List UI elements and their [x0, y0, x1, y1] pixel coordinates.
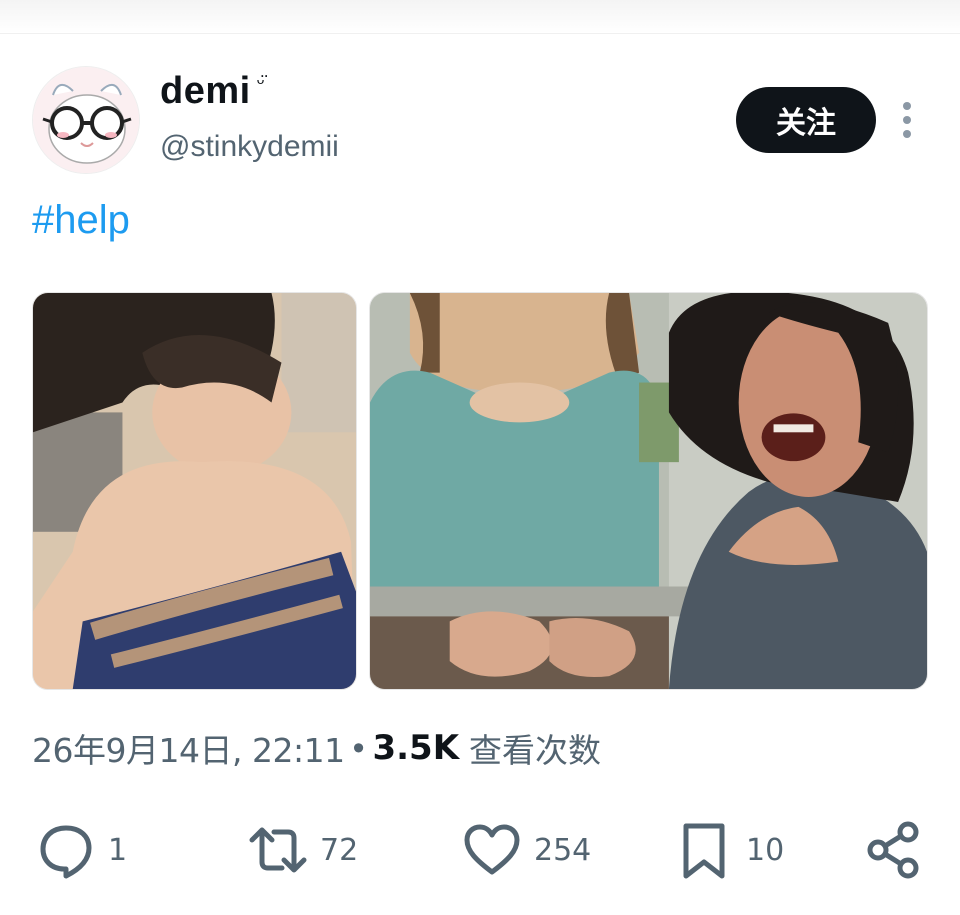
follow-button[interactable]: 关注 — [736, 87, 876, 153]
name-emoji: ᵕ̈ — [256, 72, 265, 94]
post-meta-row: 26年9月14日, 22:11 • 3.5K 查看次数 — [32, 724, 601, 772]
repost-icon — [249, 827, 307, 873]
like-count: 254 — [534, 832, 592, 868]
photo-laughing-woman-meme — [370, 293, 927, 689]
share-icon — [867, 821, 919, 879]
bookmark-icon — [683, 823, 725, 879]
author-handle[interactable]: @stinkydemii — [160, 130, 339, 164]
author-name-row[interactable]: demi ᵕ̈ — [160, 70, 264, 113]
reply-bubble-icon — [40, 825, 92, 879]
like-button[interactable]: 254 — [462, 818, 591, 882]
views-label: 查看次数 — [469, 731, 602, 770]
heart-icon — [464, 824, 520, 875]
more-options-button[interactable] — [890, 98, 924, 142]
repost-count: 72 — [320, 832, 359, 868]
sheep-avatar-icon — [33, 67, 139, 173]
top-bar — [0, 0, 960, 34]
hashtag-link[interactable]: #help — [32, 198, 130, 243]
reply-count: 1 — [108, 832, 128, 868]
share-button[interactable] — [864, 818, 924, 882]
meta-separator: • — [352, 728, 365, 767]
bookmark-button[interactable]: 10 — [674, 818, 784, 882]
author-display-name[interactable]: demi — [160, 70, 251, 113]
views-count[interactable]: 3.5K — [372, 728, 459, 768]
reply-button[interactable]: 1 — [36, 818, 127, 882]
media-image-2[interactable] — [369, 292, 928, 690]
author-avatar[interactable] — [32, 66, 140, 174]
vertical-ellipsis-icon — [903, 102, 911, 138]
photo-person-with-towel — [33, 293, 356, 689]
bookmark-count: 10 — [746, 832, 785, 868]
media-image-1[interactable] — [32, 292, 357, 690]
post-timestamp[interactable]: 26年9月14日, 22:11 — [32, 724, 345, 772]
action-bar: 1 72 254 10 — [0, 818, 960, 882]
repost-button[interactable]: 72 — [248, 818, 358, 882]
